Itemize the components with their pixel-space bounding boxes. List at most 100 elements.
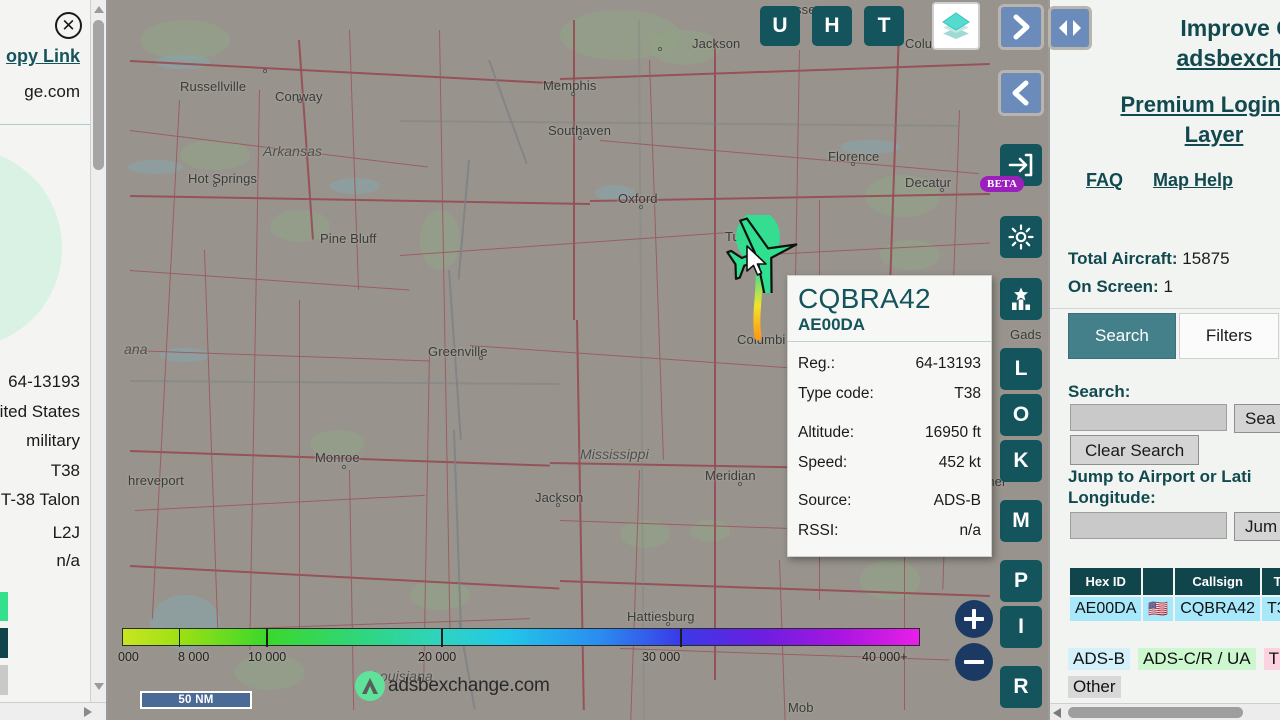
aircraft-spec-value: T38 <box>50 461 80 480</box>
nav-forward-button[interactable] <box>998 4 1044 50</box>
tooltip-row: Speed: 452 kt <box>798 448 981 478</box>
jump-label-line1: Jump to Airport or Lati <box>1068 467 1252 486</box>
scroll-thumb[interactable] <box>1068 707 1243 718</box>
map-button-k[interactable]: K <box>1000 440 1042 482</box>
copy-link-button[interactable]: opy Link <box>0 46 80 67</box>
chevron-right-icon <box>1013 14 1030 40</box>
search-label: Search: <box>1068 382 1131 401</box>
search-button[interactable]: Sea <box>1234 404 1280 433</box>
tab-filters[interactable]: Filters <box>1178 313 1280 359</box>
table-cell: CQBRA42 <box>1175 597 1260 621</box>
tooltip-spacer <box>798 409 981 418</box>
watermark-text: adsbexchange.com <box>388 675 550 696</box>
login-icon <box>1008 153 1033 177</box>
table-column-header[interactable]: Hex ID <box>1070 568 1142 595</box>
tooltip-row: RSSI: n/a <box>798 516 981 546</box>
settings-button[interactable] <box>1000 216 1042 258</box>
tooltip-hex-id: AE00DA <box>798 315 866 335</box>
map-scale-label: 50 NM <box>178 694 214 706</box>
aircraft-spec-value: nited States <box>0 402 80 421</box>
altitude-scale-label: 40 000+ <box>862 650 908 664</box>
sidebar-tabs: Search Filters <box>1068 313 1280 359</box>
premium-login-line1: Premium Login: n <box>1120 92 1280 117</box>
tooltip-row-value: 64-13193 <box>915 355 981 373</box>
search-input[interactable] <box>1070 404 1227 431</box>
map-button-i[interactable]: I <box>1000 606 1042 648</box>
tooltip-row-value: ADS-B <box>933 492 981 510</box>
jump-label: Jump to Airport or Lati Longitude: <box>1068 466 1280 509</box>
map-button-r[interactable]: R <box>1000 666 1042 708</box>
help-links: FAQ Map Help <box>1086 170 1280 191</box>
scroll-left-arrow-icon[interactable] <box>1053 708 1061 718</box>
legend-item: ADS-C/R / UA <box>1137 648 1256 670</box>
altitude-scale-tick <box>441 629 443 647</box>
map-button-m[interactable]: M <box>1000 500 1042 542</box>
details-button[interactable]: TAILS <box>0 592 8 621</box>
scroll-down-arrow-icon[interactable] <box>94 683 104 690</box>
tooltip-row-value: 452 kt <box>938 453 981 471</box>
panel-url-text: ge.com <box>24 82 80 101</box>
map-button-t-label: T <box>877 14 891 37</box>
left-panel-horizontal-scrollbar[interactable] <box>0 702 106 720</box>
tooltip-row-value: n/a <box>959 522 981 540</box>
close-icon[interactable]: ✕ <box>55 12 82 39</box>
adsbexchange-watermark: adsbexchange.com <box>355 671 550 701</box>
adsbexchange-link[interactable]: adsbexchang <box>1120 44 1280 74</box>
panel-divider <box>0 124 98 125</box>
premium-login-link[interactable]: Premium Login: n Layer <box>1064 90 1280 149</box>
map-button-l[interactable]: L <box>1000 348 1042 390</box>
tooltip-row-value: 16950 ft <box>924 423 981 441</box>
total-aircraft-value: 15875 <box>1182 249 1230 268</box>
map-button-t[interactable]: T <box>864 6 904 46</box>
table-row[interactable]: AE00DA🇺🇸CQBRA42T38 <box>1070 597 1280 621</box>
tooltip-row-label: Reg.: <box>798 355 836 373</box>
table-column-header[interactable]: Callsign <box>1175 568 1260 595</box>
expand-collapse-panel-button[interactable] <box>1048 6 1092 50</box>
jump-button[interactable]: Jum <box>1234 512 1280 541</box>
aircraft-info-panel: ✕ opy Link ge.com 64-13193 nited States mi… <box>0 0 108 720</box>
table-column-header[interactable]: Ty <box>1262 568 1280 595</box>
map-button-p[interactable]: P <box>1000 560 1042 602</box>
zoom-out-button[interactable] <box>955 643 993 681</box>
panel-gray-row <box>0 665 8 695</box>
tooltip-row-value: T38 <box>954 385 981 403</box>
tooltip-row: Type code: T38 <box>798 379 981 409</box>
scroll-thumb[interactable] <box>93 20 104 170</box>
scroll-up-arrow-icon[interactable] <box>94 6 104 13</box>
map-button-o[interactable]: O <box>1000 394 1042 436</box>
left-panel-vertical-scrollbar[interactable] <box>90 0 106 720</box>
jump-label-line2: Longitude: <box>1068 488 1156 508</box>
tooltip-row-label: Type code: <box>798 385 874 403</box>
activity-button[interactable]: TIVITY <box>0 628 8 658</box>
jump-input[interactable] <box>1070 512 1227 539</box>
aircraft-spec-value: T-38 Talon <box>0 490 80 509</box>
faq-link[interactable]: FAQ <box>1086 170 1123 191</box>
clear-search-button[interactable]: Clear Search <box>1070 435 1200 465</box>
minus-bar <box>964 660 984 664</box>
tooltip-row: Altitude: 16950 ft <box>798 418 981 448</box>
nav-back-button[interactable] <box>998 70 1044 116</box>
tooltip-group-flight: Altitude: 16950 ft Speed: 452 kt <box>798 418 981 478</box>
sidebar-horizontal-scrollbar[interactable] <box>1050 703 1280 720</box>
map-button-u[interactable]: U <box>760 6 800 46</box>
map-help-link[interactable]: Map Help <box>1153 170 1233 191</box>
altitude-scale-label: 20 000 <box>418 650 457 664</box>
stats-button[interactable] <box>1000 278 1042 320</box>
tooltip-header: CQBRA42 AE00DA <box>788 276 991 343</box>
tab-search[interactable]: Search <box>1068 313 1176 359</box>
zoom-in-button[interactable] <box>955 600 993 638</box>
adsbexchange-logo-icon <box>355 671 385 701</box>
altitude-scale-label: 30 000 <box>642 650 681 664</box>
scroll-right-arrow-icon[interactable] <box>84 707 92 717</box>
tooltip-callsign: CQBRA42 <box>798 283 931 314</box>
map-button-h[interactable]: H <box>812 6 852 46</box>
altitude-scale-tick <box>178 629 181 647</box>
mouse-cursor-icon <box>746 245 767 276</box>
page-title-line1: Improve Cov <box>1180 15 1280 41</box>
altitude-scale-tick <box>680 629 682 647</box>
aircraft-spec-value: L2J <box>52 523 80 542</box>
tooltip-spacer <box>798 477 981 486</box>
aircraft-spec-value: military <box>26 431 80 450</box>
layers-icon[interactable] <box>932 2 980 50</box>
table-column-header[interactable] <box>1143 568 1174 595</box>
